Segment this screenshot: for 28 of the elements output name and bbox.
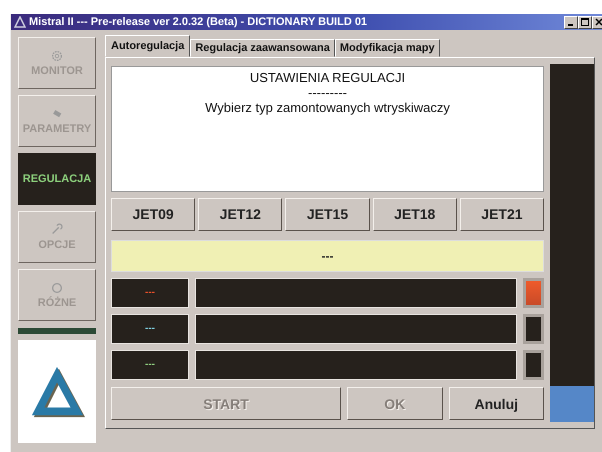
close-button[interactable] <box>592 16 602 28</box>
message-text: Wybierz typ zamontowanych wtryskiwaczy <box>205 100 450 115</box>
message-text: --------- <box>308 85 347 100</box>
window-title: Mistral II --- Pre-release ver 2.0.32 (Beta) - DICTIONARY BUILD 01 <box>29 16 368 28</box>
reading-value: --- <box>145 359 155 370</box>
sidebar-button[interactable]: REGULACJA <box>18 153 96 205</box>
app-logo-icon <box>14 16 26 28</box>
maximize-button[interactable] <box>578 16 592 28</box>
reading-value: --- <box>145 323 155 334</box>
injector-button[interactable]: JET21 <box>460 198 544 230</box>
close-icon <box>594 17 602 27</box>
minimize-button[interactable] <box>564 16 578 28</box>
message-text: USTAWIENIA REGULACJI <box>250 70 406 85</box>
reading-value: --- <box>145 287 155 298</box>
status-display: --- <box>111 240 544 272</box>
tab[interactable]: Modyfikacja mapy <box>334 39 440 57</box>
injector-button[interactable]: JET12 <box>198 198 282 230</box>
circle-icon <box>50 281 64 295</box>
minimize-icon <box>568 24 573 26</box>
tab[interactable]: Regulacja zaawansowana <box>190 39 335 57</box>
injector-button[interactable]: JET18 <box>372 198 457 230</box>
injector-button[interactable]: JET09 <box>111 198 196 230</box>
action-button[interactable]: Anuluj <box>448 387 544 420</box>
gear-icon <box>50 49 64 63</box>
injector-button[interactable]: JET15 <box>285 198 370 230</box>
tab[interactable]: Autoregulacja <box>105 35 190 57</box>
maximize-icon <box>580 17 590 27</box>
wrench-icon <box>50 223 64 237</box>
